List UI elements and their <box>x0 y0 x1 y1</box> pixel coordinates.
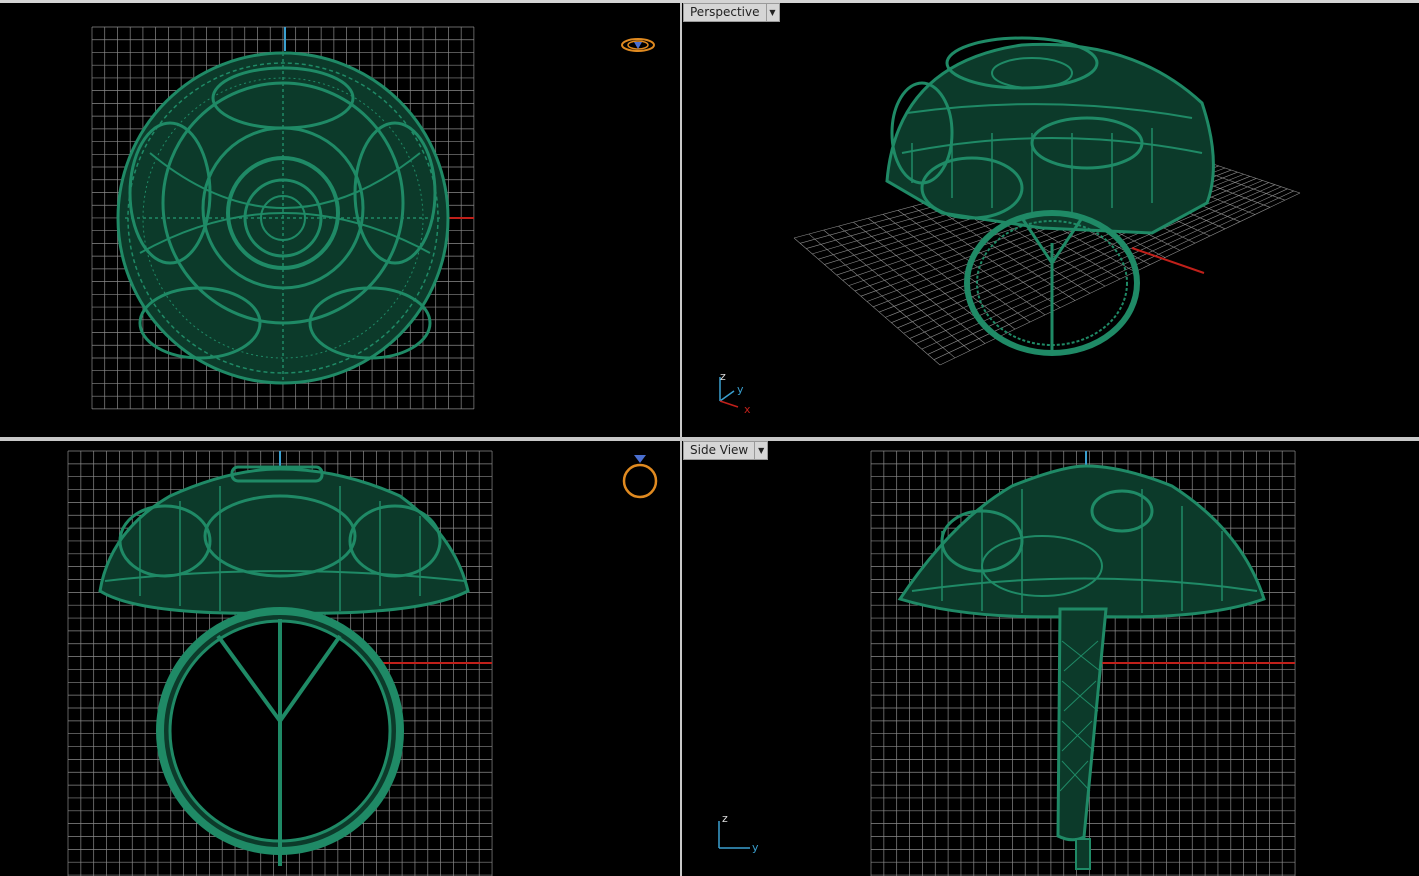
ring-top-gizmo-icon[interactable] <box>620 35 656 55</box>
front-viewport-canvas <box>67 450 493 876</box>
axis-y-letter: y <box>752 841 759 854</box>
axis-z-letter: z <box>720 370 726 383</box>
ring-model-front <box>98 465 470 866</box>
axis-y-letter: y <box>737 383 744 396</box>
perspective-viewport[interactable]: Perspective ▼ z y x <box>682 3 1419 437</box>
axis-x-letter: x <box>744 403 751 416</box>
ring-model-top <box>116 51 450 385</box>
side-viewport[interactable]: Side View ▼ z y <box>682 441 1419 876</box>
top-viewport-canvas <box>91 26 475 410</box>
top-viewport[interactable] <box>0 3 680 437</box>
perspective-axis-triad: z y x <box>719 370 751 416</box>
front-viewport[interactable] <box>0 441 680 876</box>
ring-front-gizmo-icon[interactable] <box>620 449 660 501</box>
axis-z-letter: z <box>722 812 728 825</box>
side-axis-triad: z y <box>718 812 759 854</box>
